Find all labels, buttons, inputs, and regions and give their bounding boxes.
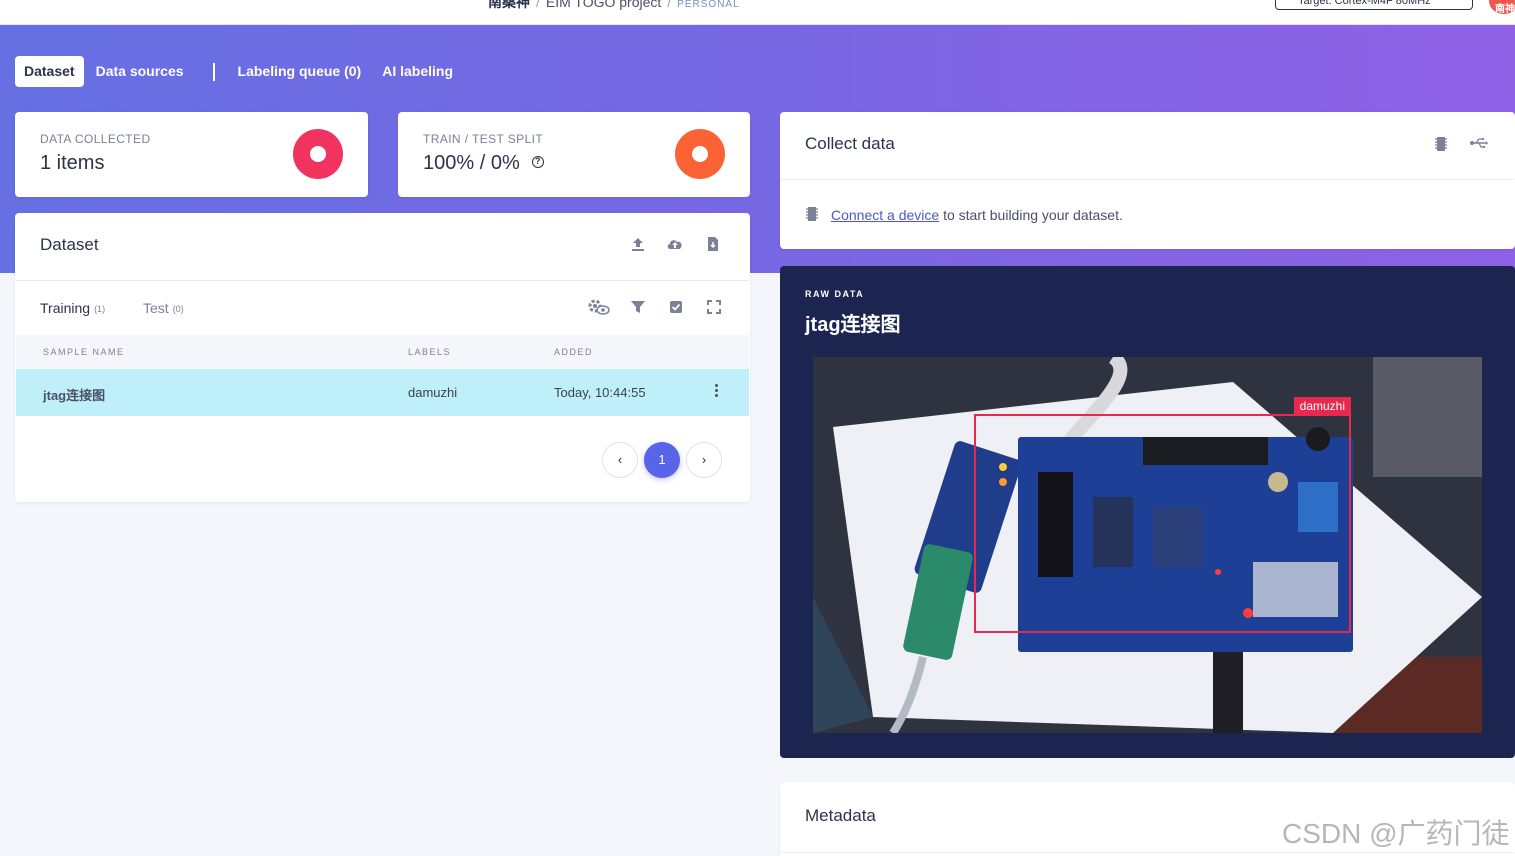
expand-icon[interactable] [705,299,723,317]
raw-data-label: RAW DATA [805,289,865,299]
target-device-button[interactable]: Target: Cortex-M4F 80MHz [1275,0,1473,10]
table-row[interactable]: jtag连接图 damuzhi Today, 10:44:55 [16,369,749,416]
sample-name-cell: jtag连接图 [43,388,106,403]
breadcrumb-tag: PERSONAL [677,0,740,10]
collect-divider [781,179,1514,180]
connect-device-link[interactable]: Connect a device [831,207,939,223]
collect-data-message: Connect a device to start building your … [831,207,1123,223]
bounding-box[interactable]: damuzhi [974,397,1351,633]
raw-data-title: jtag连接图 [805,314,901,336]
upload-icon[interactable] [629,236,647,254]
usb-icon[interactable] [1469,135,1489,153]
train-test-split-label: TRAIN / TEST SPLIT [423,132,544,146]
pagination-prev-button[interactable]: ‹ [602,442,638,478]
collect-data-card [780,112,1515,249]
subtab-test-label: Test [143,300,169,316]
table-header: SAMPLE NAME LABELS ADDED [16,335,749,369]
collect-data-title: Collect data [805,134,895,153]
main-tabs: Dataset Data sources Labeling queue (0) … [15,56,462,87]
select-checkbox-icon[interactable] [667,299,685,317]
dataset-divider [16,280,749,281]
data-collected-card: DATA COLLECTED 1 items [15,112,368,197]
tab-ai-labeling[interactable]: AI labeling [373,56,462,87]
column-sample-name[interactable]: SAMPLE NAME [43,347,125,357]
breadcrumb-project[interactable]: EIM TOGO project [546,0,661,10]
metadata-title: Metadata [805,806,876,825]
added-cell: Today, 10:44:55 [554,385,646,400]
subtab-test[interactable]: Test (0) [143,300,184,316]
train-test-split-card: TRAIN / TEST SPLIT 100% / 0%? [398,112,750,197]
train-test-split-value-wrap: 100% / 0%? [423,152,544,175]
breadcrumb: 南桑神 / EIM TOGO project / PERSONAL [488,0,740,12]
tab-labeling-queue[interactable]: Labeling queue (0) [229,56,371,87]
train-test-split-donut [675,129,725,179]
breadcrumb-owner[interactable]: 南桑神 [488,0,530,10]
subtab-training[interactable]: Training (1) [40,300,105,316]
column-added[interactable]: ADDED [554,347,593,357]
train-test-split-value: 100% / 0% [423,152,520,174]
tab-dataset[interactable]: Dataset [15,56,84,87]
subtab-training-label: Training [40,300,91,316]
tab-divider [212,62,215,81]
chip-icon[interactable] [1432,135,1450,153]
sample-image[interactable]: damuzhi [813,357,1482,733]
dataset-title: Dataset [40,235,99,254]
data-collected-value: 1 items [40,152,105,174]
column-labels[interactable]: LABELS [408,347,451,357]
bounding-box-label: damuzhi [1293,397,1351,415]
subtab-test-count: (0) [172,304,184,314]
label-cell: damuzhi [408,385,458,400]
row-menu-icon[interactable] [714,384,720,400]
top-bar: 南桑神 / EIM TOGO project / PERSONAL Target: Co… [0,0,1515,25]
avatar[interactable]: 南神 [1489,0,1515,14]
help-icon[interactable]: ? [531,156,544,168]
data-collected-label: DATA COLLECTED [40,132,151,146]
collect-data-rest: to start building your dataset. [939,207,1123,223]
settings-eye-icon[interactable] [587,298,611,316]
cloud-upload-icon[interactable] [666,236,684,254]
watermark: CSDN @广药门徒 [1282,818,1510,849]
export-file-icon[interactable] [704,236,722,254]
pagination-page-1[interactable]: 1 [644,442,680,478]
device-chip-icon [805,206,819,224]
metadata-divider [781,852,1514,853]
filter-icon[interactable] [629,299,647,317]
tab-data-sources[interactable]: Data sources [87,56,193,87]
raw-data-panel: RAW DATA jtag连接图 damuzhi [780,266,1515,758]
pagination-next-button[interactable]: › [686,442,722,478]
data-collected-donut [293,129,343,179]
subtab-training-count: (1) [94,304,106,314]
